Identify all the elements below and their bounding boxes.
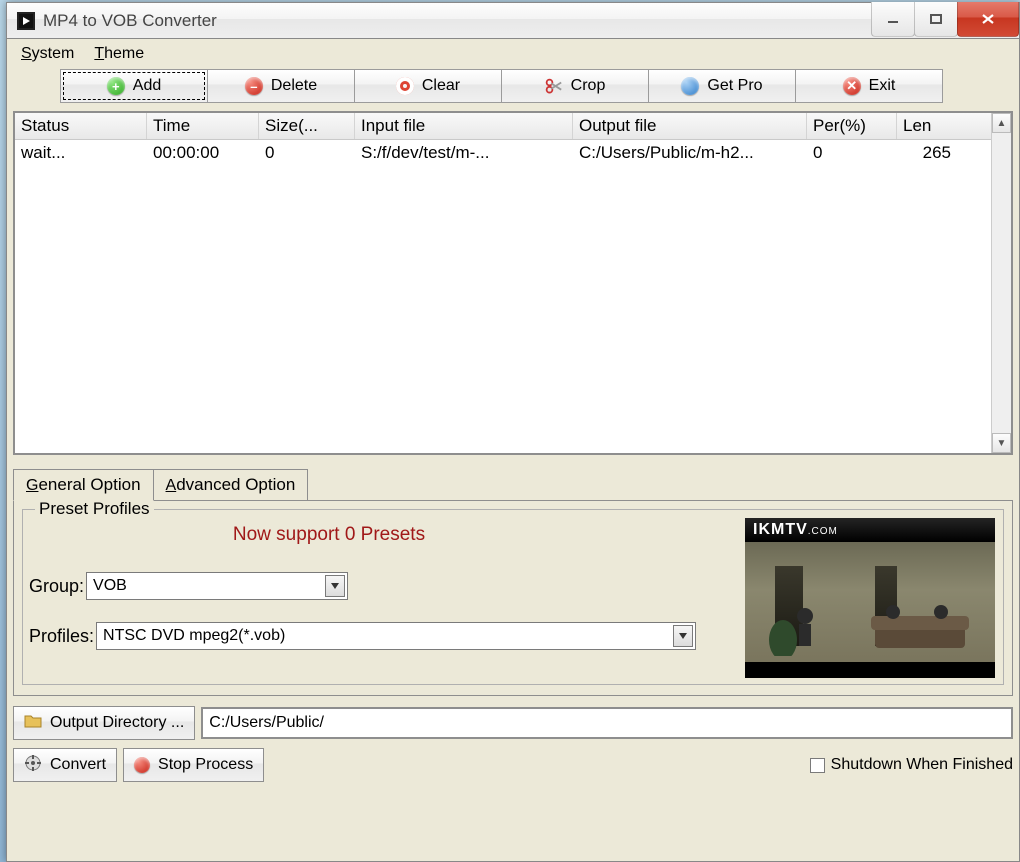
menu-theme[interactable]: Theme [84, 41, 154, 65]
preview-brand: IKMTV.COM [753, 521, 838, 539]
maximize-button[interactable] [914, 2, 958, 37]
pro-icon [681, 77, 699, 95]
getpro-button[interactable]: Get Pro [648, 69, 796, 103]
exit-button[interactable]: ✕ Exit [795, 69, 943, 103]
chevron-down-icon[interactable] [325, 575, 345, 597]
stop-button[interactable]: Stop Process [123, 748, 264, 782]
file-list: Status Time Size(... Input file Output f… [13, 111, 1013, 455]
delete-label: Delete [271, 77, 317, 95]
preset-message: Now support 0 Presets [149, 524, 509, 546]
shutdown-checkbox[interactable]: Shutdown When Finished [810, 756, 1013, 774]
exit-icon: ✕ [843, 77, 861, 95]
output-path-input[interactable]: C:/Users/Public/ [201, 707, 1013, 739]
table-row[interactable]: wait... 00:00:00 0 S:/f/dev/test/m-... C… [15, 140, 991, 166]
vertical-scrollbar[interactable]: ▲ ▼ [991, 113, 1011, 453]
group-combo[interactable]: VOB [86, 572, 348, 600]
table-header[interactable]: Status Time Size(... Input file Output f… [15, 113, 991, 140]
col-output[interactable]: Output file [573, 113, 807, 139]
group-value: VOB [93, 577, 325, 595]
convert-button[interactable]: Convert [13, 748, 117, 782]
convert-label: Convert [50, 756, 106, 774]
toolbar: + Add – Delete Clear Crop Get Pro [7, 67, 1019, 105]
plus-icon: + [107, 77, 125, 95]
col-status[interactable]: Status [15, 113, 147, 139]
option-tabs: General Option Advanced Option Preset Pr… [13, 469, 1013, 696]
preset-profiles-fieldset: Preset Profiles Now support 0 Presets Gr… [22, 509, 1004, 685]
getpro-label: Get Pro [707, 77, 762, 95]
video-preview: IKMTV.COM [745, 518, 995, 678]
convert-icon [24, 754, 42, 777]
output-path-value: C:/Users/Public/ [209, 714, 324, 731]
preset-legend: Preset Profiles [35, 499, 154, 519]
tab-general[interactable]: General Option [13, 469, 154, 501]
menu-bar: System Theme [7, 39, 1019, 67]
shutdown-label: Shutdown When Finished [831, 756, 1013, 774]
app-icon [17, 12, 35, 30]
stop-label: Stop Process [158, 756, 253, 774]
minimize-button[interactable] [871, 2, 915, 37]
col-len[interactable]: Len [897, 113, 957, 139]
col-per[interactable]: Per(%) [807, 113, 897, 139]
col-time[interactable]: Time [147, 113, 259, 139]
output-directory-button[interactable]: Output Directory ... [13, 706, 195, 740]
folder-icon [24, 713, 42, 734]
delete-button[interactable]: – Delete [207, 69, 355, 103]
tab-advanced[interactable]: Advanced Option [153, 469, 309, 500]
crop-label: Crop [571, 77, 606, 95]
profiles-value: NTSC DVD mpeg2(*.vob) [103, 627, 673, 645]
stop-icon [134, 757, 150, 773]
col-input[interactable]: Input file [355, 113, 573, 139]
add-label: Add [133, 77, 161, 95]
scroll-down-icon[interactable]: ▼ [992, 433, 1011, 453]
crop-button[interactable]: Crop [501, 69, 649, 103]
col-size[interactable]: Size(... [259, 113, 355, 139]
add-button[interactable]: + Add [60, 69, 208, 103]
title-bar[interactable]: MP4 to VOB Converter [6, 2, 1020, 38]
close-button[interactable] [957, 2, 1019, 37]
output-directory-label: Output Directory ... [50, 714, 184, 732]
profiles-combo[interactable]: NTSC DVD mpeg2(*.vob) [96, 622, 696, 650]
checkbox-icon[interactable] [810, 758, 825, 773]
scroll-up-icon[interactable]: ▲ [992, 113, 1011, 133]
profiles-label: Profiles: [29, 626, 94, 647]
clear-button[interactable]: Clear [354, 69, 502, 103]
group-label: Group: [29, 576, 84, 597]
scissors-icon [545, 77, 563, 95]
window-title: MP4 to VOB Converter [43, 11, 872, 31]
chevron-down-icon[interactable] [673, 625, 693, 647]
clear-icon [396, 77, 414, 95]
exit-label: Exit [869, 77, 896, 95]
app-window: MP4 to VOB Converter System Theme + Add [6, 2, 1020, 862]
minus-icon: – [245, 77, 263, 95]
menu-system[interactable]: System [11, 41, 84, 65]
clear-label: Clear [422, 77, 460, 95]
